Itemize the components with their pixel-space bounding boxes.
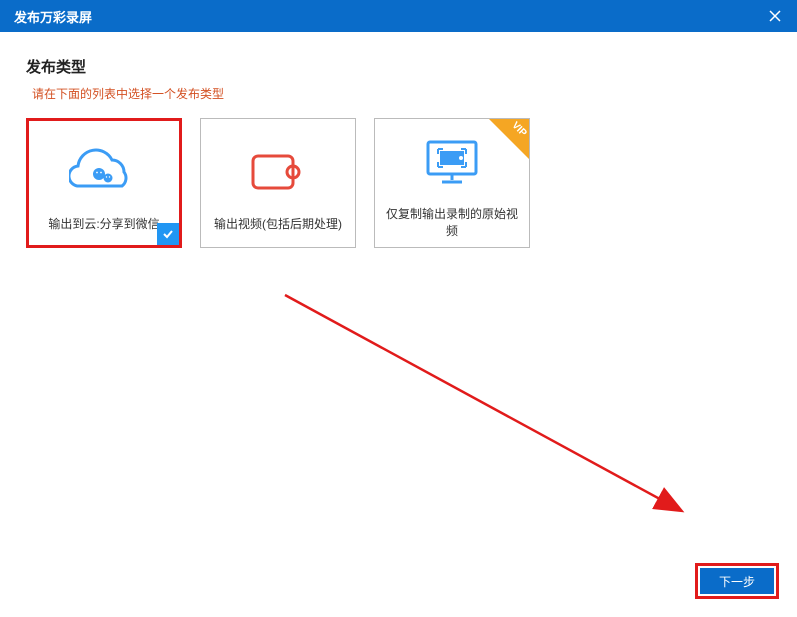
next-button[interactable]: 下一步 <box>700 568 774 594</box>
section-subtitle: 请在下面的列表中选择一个发布类型 <box>26 85 771 102</box>
close-icon <box>769 10 781 22</box>
option-cloud-label: 输出到云:分享到微信 <box>48 215 159 232</box>
next-button-highlight: 下一步 <box>695 563 779 599</box>
option-video-label: 输出视频(包括后期处理) <box>214 215 342 232</box>
selected-checkmark <box>157 223 179 245</box>
option-video[interactable]: 输出视频(包括后期处理) <box>200 118 356 248</box>
cloud-icon <box>69 139 139 205</box>
close-button[interactable] <box>763 4 787 28</box>
titlebar: 发布万彩录屏 <box>0 0 797 32</box>
annotation-arrow <box>280 290 700 530</box>
footer: 下一步 <box>695 563 779 599</box>
monitor-icon <box>422 131 482 195</box>
check-icon <box>161 227 175 241</box>
option-cloud[interactable]: 输出到云:分享到微信 <box>26 118 182 248</box>
option-copy-label: 仅复制输出录制的原始视频 <box>383 205 521 239</box>
content-area: 发布类型 请在下面的列表中选择一个发布类型 输出到云:分享到微信 <box>0 32 797 272</box>
option-copy[interactable]: VIP 仅复制输出录制的原始视频 <box>374 118 530 248</box>
video-icon <box>248 139 308 205</box>
window-title: 发布万彩录屏 <box>14 7 92 26</box>
options-row: 输出到云:分享到微信 输出视频(包括后期处理) VIP <box>26 118 771 248</box>
section-title: 发布类型 <box>26 56 771 77</box>
